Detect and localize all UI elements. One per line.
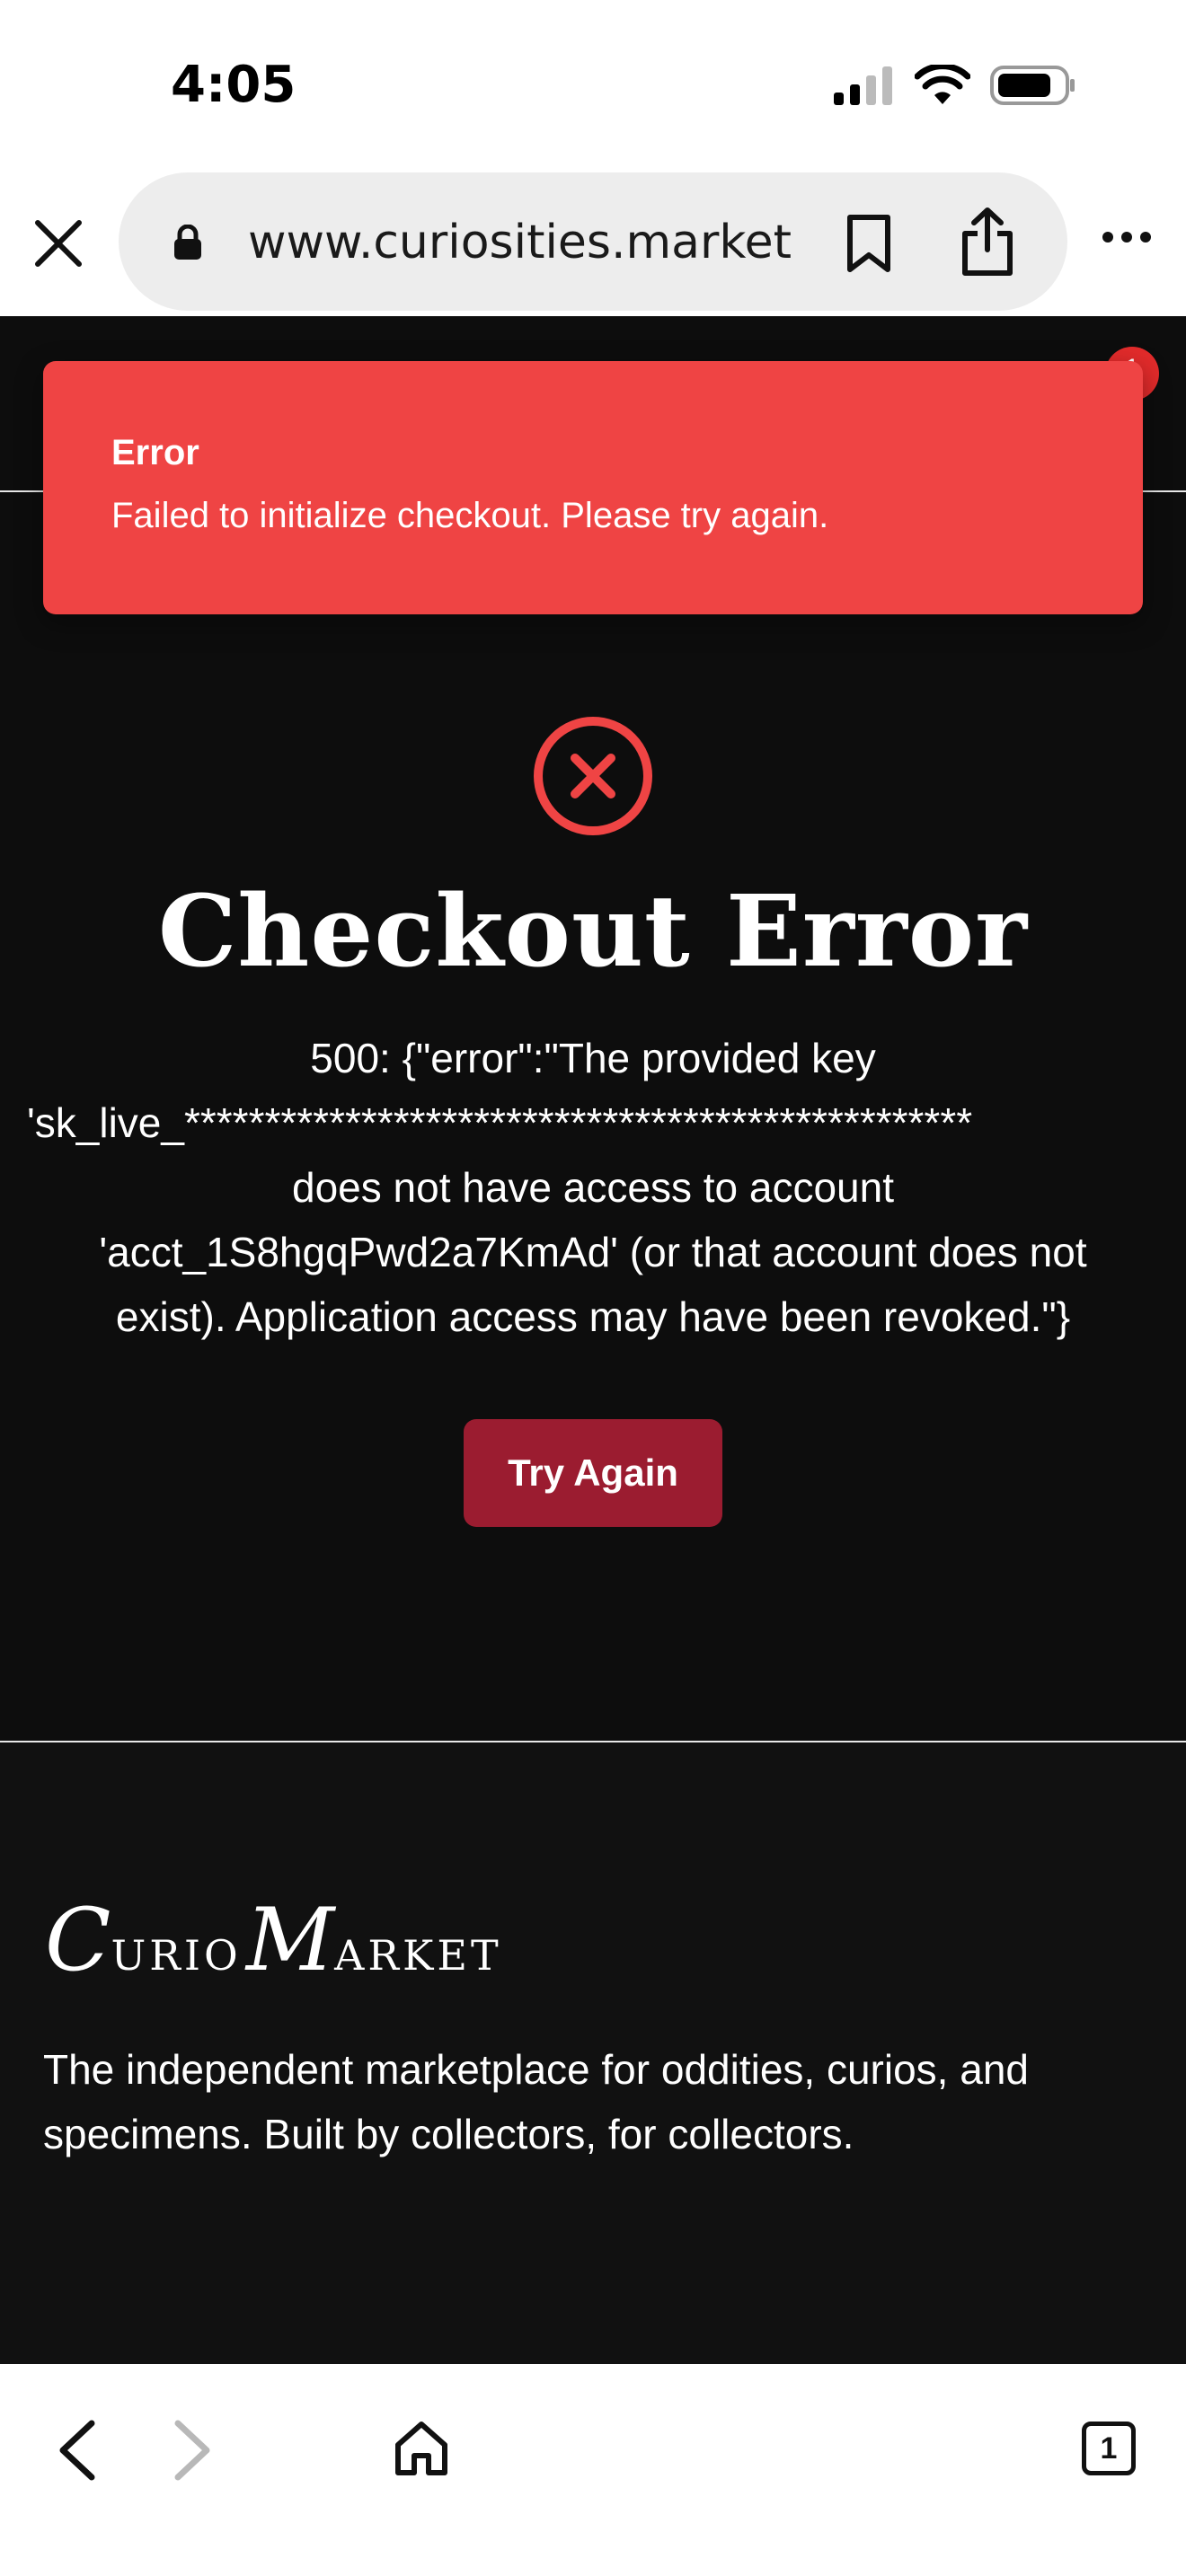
more-icon[interactable] <box>1102 230 1152 244</box>
lock-icon <box>174 225 201 260</box>
try-again-button[interactable]: Try Again <box>464 1419 722 1527</box>
browser-toolbar: 1 <box>0 2364 1186 2576</box>
back-arrow-icon[interactable] <box>56 2420 99 2481</box>
error-detail-line: 'sk_live_*******************************… <box>27 1099 973 1146</box>
url-text: www.curiosities.market <box>248 216 792 269</box>
error-detail-line: exist). Application access may have been… <box>115 1293 1071 1340</box>
wifi-icon <box>915 65 970 104</box>
error-detail-line: 500: {"error":"The provided key <box>310 1035 876 1081</box>
home-icon[interactable] <box>394 2420 449 2477</box>
error-detail-line: 'acct_1S8hgqPwd2a7KmAd' (or that account… <box>99 1229 1087 1275</box>
logo-initial-c: C <box>45 1890 111 1990</box>
battery-icon <box>990 66 1075 105</box>
status-bar: 4:05 <box>0 0 1186 171</box>
footer-tagline: The independent marketplace for oddities… <box>43 2046 1029 2157</box>
page-content: 1 Error Failed to initialize checkout. P… <box>0 316 1186 2364</box>
signal-icon <box>834 66 892 105</box>
logo-text-arket: ARKET <box>334 1931 502 1980</box>
bookmark-icon[interactable] <box>845 214 893 273</box>
url-field[interactable]: www.curiosities.market <box>119 172 1067 311</box>
page-title: Checkout Error <box>157 873 1029 989</box>
error-detail-line: does not have access to account <box>292 1164 894 1211</box>
logo-text-urio: URIO <box>111 1931 242 1980</box>
logo-initial-m: M <box>245 1890 335 1990</box>
status-icons <box>832 65 1076 106</box>
status-time: 4:05 <box>171 56 296 114</box>
toast-message: Failed to initialize checkout. Please tr… <box>111 496 829 535</box>
error-toast[interactable]: Error Failed to initialize checkout. Ple… <box>43 361 1143 614</box>
tabs-button[interactable]: 1 <box>1082 2422 1136 2475</box>
close-icon[interactable] <box>32 217 84 269</box>
forward-arrow-icon[interactable] <box>171 2420 214 2481</box>
error-x-circle-icon <box>534 717 652 835</box>
share-icon[interactable] <box>960 207 1015 277</box>
logo[interactable]: CURIO MARKET <box>45 1890 502 1990</box>
browser-address-bar: www.curiosities.market <box>0 171 1186 316</box>
error-detail: 500: {"error":"The provided key 'sk_live… <box>27 1026 1159 1349</box>
toast-title: Error <box>111 433 199 472</box>
